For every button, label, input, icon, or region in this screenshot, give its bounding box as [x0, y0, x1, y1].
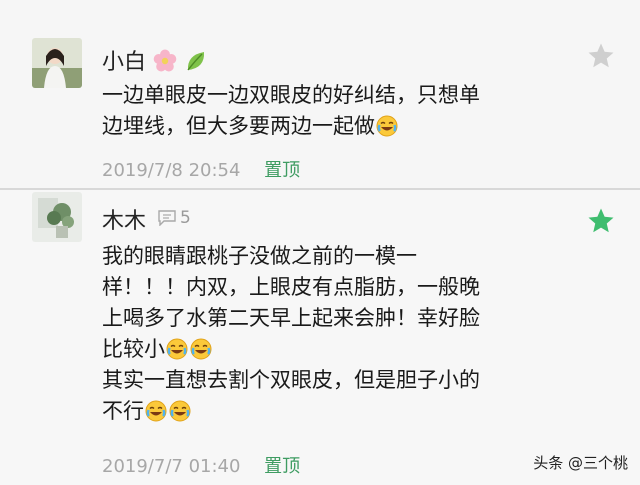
- comment-text-line: 一边单眼皮一边双眼皮的好纠结，只想单: [102, 83, 480, 107]
- reply-count-badge[interactable]: 5: [158, 206, 191, 230]
- pin-button[interactable]: 置顶: [264, 456, 300, 477]
- timestamp: 2019/7/8 20:54: [102, 160, 241, 181]
- reply-count: 5: [180, 208, 191, 228]
- comment-meta: 2019/7/7 01:40 置顶: [102, 452, 300, 478]
- timestamp: 2019/7/7 01:40: [102, 456, 241, 477]
- leaf-emoji: [187, 52, 205, 71]
- avatar[interactable]: [32, 192, 82, 242]
- comment-text-line: 不行: [102, 396, 562, 427]
- comment-meta: 2019/7/8 20:54 置顶: [102, 156, 300, 182]
- laughing-crying-emoji: [166, 338, 188, 360]
- laughing-crying-emoji: [376, 115, 398, 137]
- flower-emoji: [153, 49, 177, 72]
- comment-text-line: 上喝多了水第二天早上起来会肿！幸好脸: [102, 306, 480, 330]
- comment-bubble-icon: [158, 210, 176, 226]
- comment-text-line: 边埋线，但大多要两边一起做: [102, 111, 562, 142]
- comment-text: 我的眼睛跟桃子没做之前的一模一 样！！！内双，上眼皮有点脂肪，一般晚 上喝多了水…: [102, 241, 562, 427]
- pin-button[interactable]: 置顶: [264, 160, 300, 181]
- avatar[interactable]: [32, 38, 82, 88]
- watermark: 头条 @三个桃: [533, 454, 628, 472]
- laughing-crying-emoji: [190, 338, 212, 360]
- star-icon[interactable]: [586, 206, 616, 236]
- username[interactable]: 小白: [102, 44, 208, 76]
- comment-text-line: 其实一直想去割个双眼皮，但是胆子小的: [102, 368, 480, 392]
- comment-text-line: 样！！！内双，上眼皮有点脂肪，一般晚: [102, 275, 480, 299]
- comment-text: 一边单眼皮一边双眼皮的好纠结，只想单 边埋线，但大多要两边一起做: [102, 80, 562, 142]
- comment-item: 木木 5 我的眼睛跟桃子没做之前的一模一 样！！！内双，上眼皮有点脂肪，一般晚 …: [0, 190, 640, 485]
- comment-text-line: 我的眼睛跟桃子没做之前的一模一: [102, 244, 417, 268]
- star-icon[interactable]: [586, 41, 616, 71]
- comment-text-line: 比较小: [102, 334, 562, 365]
- username[interactable]: 木木: [102, 203, 146, 235]
- comment-item: 小白 一边单眼皮一边双眼皮的好纠结，只想单 边埋线，但大多要两边一起做 2019…: [0, 0, 640, 188]
- laughing-crying-emoji: [169, 400, 191, 422]
- laughing-crying-emoji: [145, 400, 167, 422]
